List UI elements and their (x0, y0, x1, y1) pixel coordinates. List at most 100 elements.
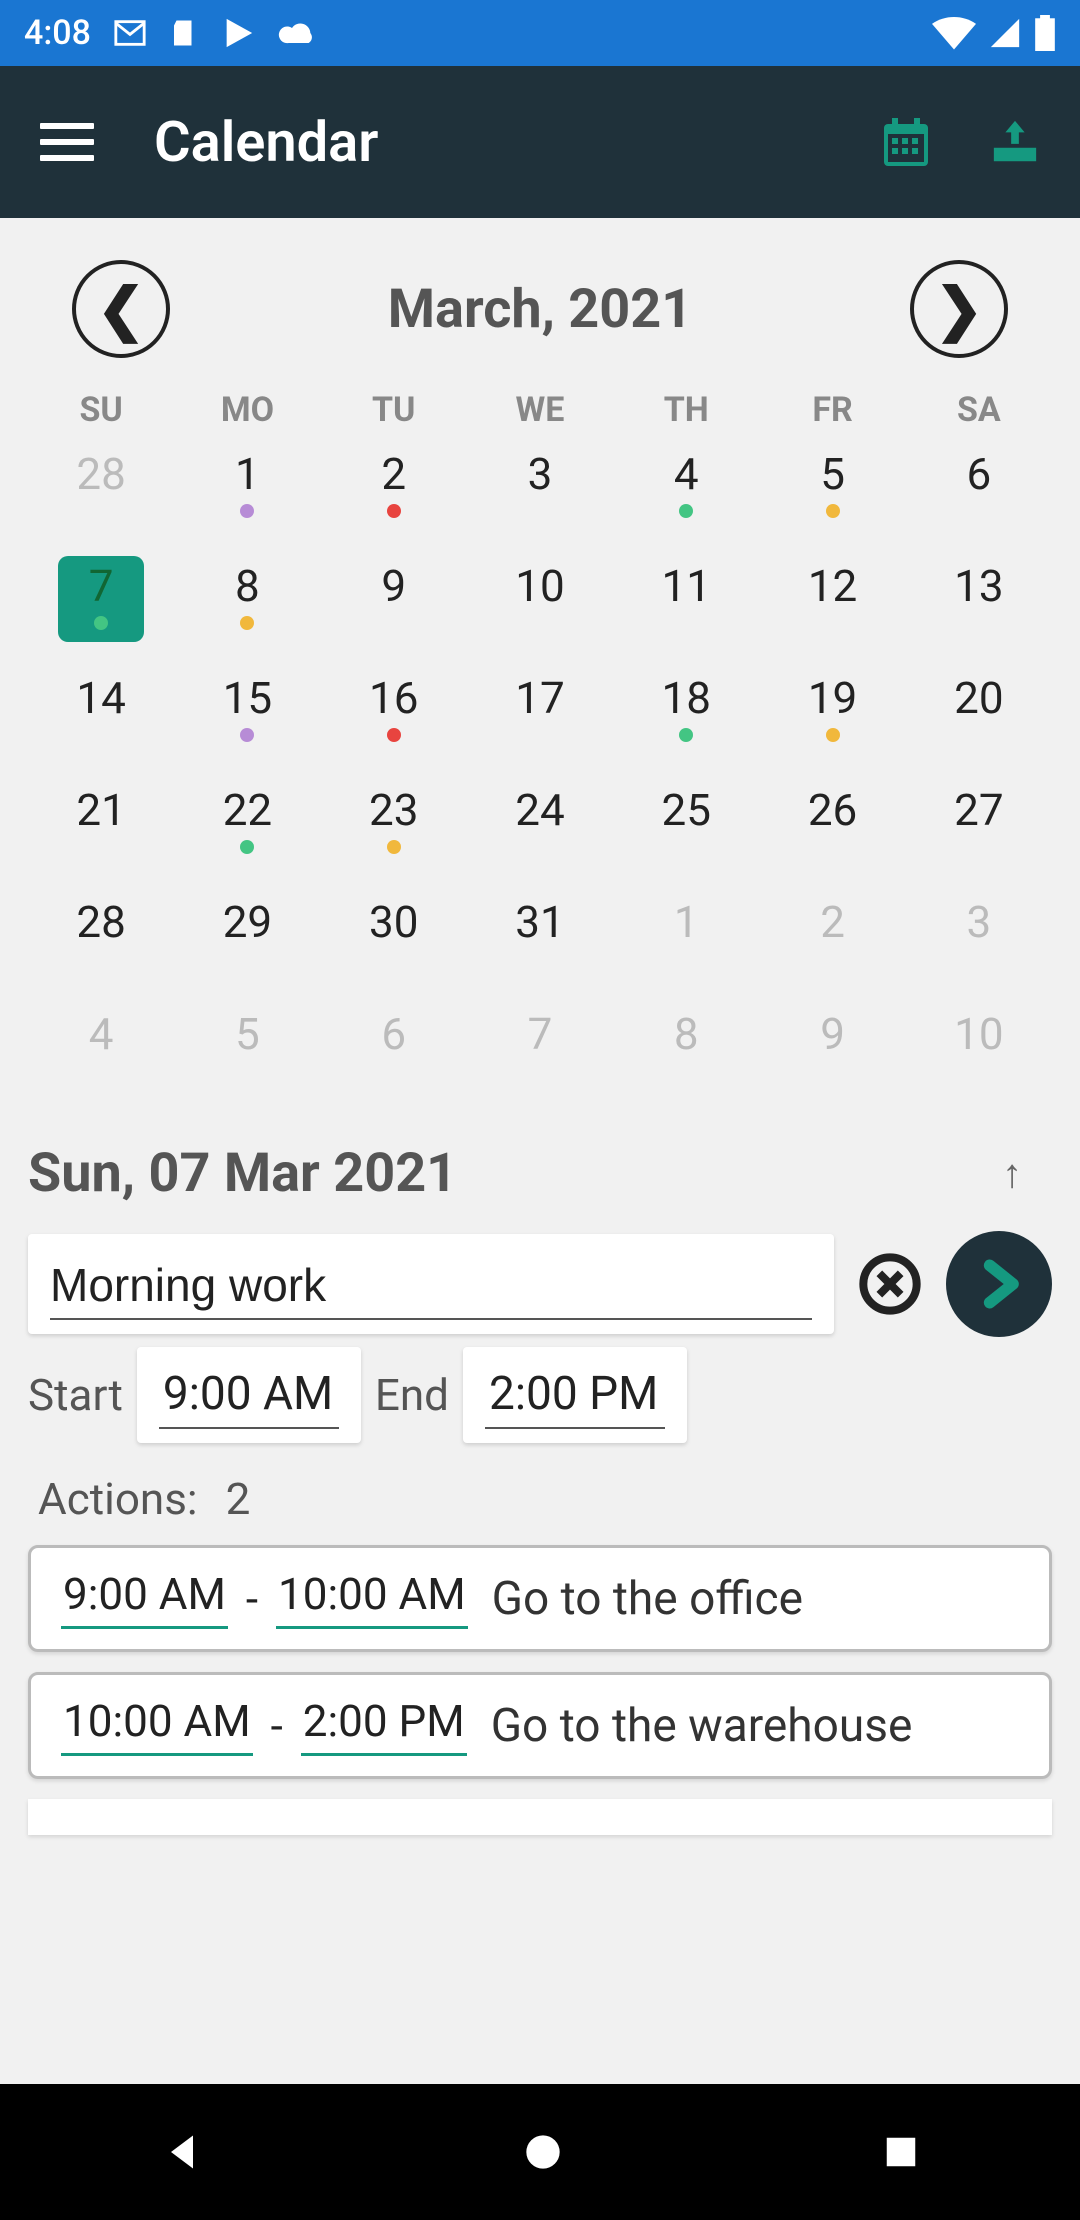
day-cell[interactable]: 11 (613, 550, 759, 662)
day-cell[interactable]: 13 (906, 550, 1052, 662)
day-cell[interactable]: 25 (613, 774, 759, 886)
day-cell[interactable]: 12 (759, 550, 905, 662)
day-cell[interactable]: 5 (759, 438, 905, 550)
day-cell[interactable]: 6 (321, 998, 467, 1110)
day-number: 23 (369, 788, 418, 832)
day-cell[interactable]: 8 (613, 998, 759, 1110)
day-number: 31 (515, 900, 564, 944)
day-number: 11 (662, 564, 711, 608)
calendar-icon[interactable] (882, 116, 930, 168)
day-cell[interactable]: 10 (467, 550, 613, 662)
day-cell[interactable]: 19 (759, 662, 905, 774)
submit-event-button[interactable] (946, 1231, 1052, 1337)
month-label: March, 2021 (388, 278, 692, 341)
clear-event-button[interactable] (858, 1252, 922, 1316)
day-cell[interactable]: 7 (28, 550, 174, 662)
day-cell[interactable]: 31 (467, 886, 613, 998)
day-number: 1 (674, 900, 699, 944)
day-number: 7 (528, 1012, 553, 1056)
end-time-field[interactable]: 2:00 PM (485, 1367, 665, 1429)
day-number: 15 (223, 676, 272, 720)
day-number: 28 (76, 452, 125, 496)
sort-arrow-icon[interactable]: ↑ (1002, 1150, 1052, 1197)
home-icon[interactable] (523, 2132, 563, 2172)
day-number: 16 (369, 676, 418, 720)
day-number: 10 (954, 1012, 1003, 1056)
day-cell[interactable]: 3 (906, 886, 1052, 998)
system-nav-bar (0, 2084, 1080, 2220)
day-number: 22 (223, 788, 272, 832)
action-card[interactable]: 10:00 AM-2:00 PMGo to the warehouse (28, 1672, 1052, 1779)
wifi-icon (932, 16, 976, 50)
day-cell[interactable]: 4 (613, 438, 759, 550)
day-cell[interactable]: 8 (174, 550, 320, 662)
day-cell[interactable]: 21 (28, 774, 174, 886)
day-number: 2 (381, 452, 406, 496)
day-cell[interactable]: 5 (174, 998, 320, 1110)
day-cell[interactable]: 4 (28, 998, 174, 1110)
day-cell[interactable]: 16 (321, 662, 467, 774)
day-cell[interactable]: 30 (321, 886, 467, 998)
recent-apps-icon[interactable] (882, 2133, 920, 2171)
day-cell[interactable]: 6 (906, 438, 1052, 550)
day-cell[interactable]: 9 (321, 550, 467, 662)
day-number: 7 (89, 564, 114, 608)
day-number: 8 (235, 564, 260, 608)
day-cell[interactable]: 24 (467, 774, 613, 886)
event-dot-icon (387, 840, 401, 854)
day-cell[interactable]: 26 (759, 774, 905, 886)
day-cell[interactable]: 14 (28, 662, 174, 774)
day-cell[interactable]: 10 (906, 998, 1052, 1110)
dow-tu: TU (321, 390, 467, 430)
dow-fr: FR (759, 390, 905, 430)
day-cell[interactable]: 18 (613, 662, 759, 774)
next-month-button[interactable]: ❯ (910, 260, 1008, 358)
day-number: 24 (515, 788, 564, 832)
action-card[interactable]: 9:00 AM-10:00 AMGo to the office (28, 1545, 1052, 1652)
day-number: 29 (223, 900, 272, 944)
action-to-time[interactable]: 10:00 AM (276, 1568, 468, 1629)
day-cell[interactable]: 20 (906, 662, 1052, 774)
day-cell[interactable]: 2 (759, 886, 905, 998)
day-cell[interactable]: 28 (28, 438, 174, 550)
action-to-time[interactable]: 2:00 PM (301, 1695, 467, 1756)
day-number: 10 (515, 564, 564, 608)
day-cell[interactable]: 28 (28, 886, 174, 998)
action-from-time[interactable]: 10:00 AM (61, 1695, 253, 1756)
event-dot-icon (826, 504, 840, 518)
event-title-input[interactable] (50, 1256, 812, 1320)
day-number: 19 (808, 676, 857, 720)
day-cell[interactable]: 29 (174, 886, 320, 998)
action-from-time[interactable]: 9:00 AM (61, 1568, 228, 1629)
day-number: 14 (76, 676, 125, 720)
event-title-card (28, 1234, 834, 1334)
day-cell[interactable]: 9 (759, 998, 905, 1110)
upload-icon[interactable] (990, 120, 1040, 164)
day-number: 18 (662, 676, 711, 720)
start-label: Start (28, 1369, 123, 1421)
actions-label: Actions: (38, 1473, 198, 1525)
day-cell[interactable]: 27 (906, 774, 1052, 886)
day-number: 3 (966, 900, 991, 944)
day-cell[interactable]: 15 (174, 662, 320, 774)
day-cell[interactable]: 22 (174, 774, 320, 886)
prev-month-button[interactable]: ❮ (72, 260, 170, 358)
day-cell[interactable]: 17 (467, 662, 613, 774)
day-cell[interactable]: 1 (613, 886, 759, 998)
menu-icon[interactable] (40, 123, 94, 161)
day-cell[interactable]: 2 (321, 438, 467, 550)
start-time-field[interactable]: 9:00 AM (159, 1367, 339, 1429)
day-number: 12 (808, 564, 857, 608)
dow-mo: MO (174, 390, 320, 430)
day-cell[interactable]: 1 (174, 438, 320, 550)
event-dot-icon (240, 616, 254, 630)
day-number: 9 (820, 1012, 845, 1056)
day-cell[interactable]: 23 (321, 774, 467, 886)
day-cell[interactable]: 7 (467, 998, 613, 1110)
day-number: 21 (76, 788, 125, 832)
day-cell[interactable]: 3 (467, 438, 613, 550)
back-icon[interactable] (160, 2130, 204, 2174)
day-number: 9 (381, 564, 406, 608)
cloud-icon (277, 18, 317, 48)
event-dot-icon (240, 728, 254, 742)
